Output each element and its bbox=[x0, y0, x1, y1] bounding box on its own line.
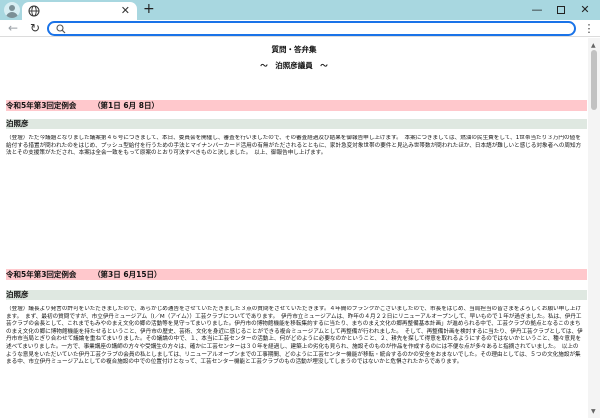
url-input[interactable] bbox=[69, 23, 569, 34]
scroll-down-icon[interactable]: ▼ bbox=[591, 408, 596, 415]
session-name: 令和5年第3回定例会 bbox=[6, 101, 77, 110]
maximize-button[interactable] bbox=[549, 0, 573, 20]
maximize-icon bbox=[557, 6, 565, 14]
session-date: （第3日 6月15日） bbox=[93, 270, 162, 279]
new-tab-button[interactable]: + bbox=[143, 1, 155, 17]
session-name: 令和5年第3回定例会 bbox=[6, 270, 77, 279]
scroll-thumb[interactable] bbox=[591, 50, 597, 110]
reload-button[interactable]: ↻ bbox=[28, 20, 42, 37]
session-date: （第1日 6月 8日） bbox=[93, 101, 159, 110]
speaker-name: 泊照彦 bbox=[6, 119, 587, 129]
speech-text: （登壇）ただ今議題となりました議案第４６号につきまして、本日、委員会を開催し、審… bbox=[6, 135, 582, 157]
profile-icon[interactable] bbox=[4, 2, 20, 18]
session-header: 令和5年第3回定例会 （第1日 6月 8日） bbox=[6, 100, 587, 111]
speech-text: （登壇）議長より発言の許可をいただきましたので、あらかじめ通告をさせていただきま… bbox=[6, 306, 583, 366]
browser-menu-button[interactable]: ⋮ bbox=[582, 20, 596, 37]
address-bar[interactable] bbox=[47, 21, 576, 36]
minimize-button[interactable]: — bbox=[525, 0, 549, 20]
page-title: 質問・答弁集 bbox=[271, 45, 317, 54]
browser-toolbar: ← ↻ ⋮ bbox=[0, 20, 600, 37]
close-tab-icon[interactable]: ✕ bbox=[121, 3, 130, 19]
browser-tab[interactable]: ✕ bbox=[22, 2, 137, 20]
page-subtitle: ～ 泊照彦議員 ～ bbox=[260, 61, 328, 70]
session-header: 令和5年第3回定例会 （第3日 6月15日） bbox=[6, 269, 587, 280]
document: 質問・答弁集 ～ 泊照彦議員 ～ 令和5年第3回定例会 （第1日 6月 8日） … bbox=[0, 38, 588, 418]
tab-strip: ✕ + — ✕ bbox=[0, 0, 600, 20]
speaker-name: 泊照彦 bbox=[6, 290, 587, 300]
close-window-button[interactable]: ✕ bbox=[573, 0, 597, 20]
scroll-up-icon[interactable]: ▲ bbox=[591, 42, 596, 49]
vertical-scrollbar[interactable]: ▲ ▼ bbox=[588, 38, 600, 418]
search-icon bbox=[56, 24, 66, 34]
page-viewport: 質問・答弁集 ～ 泊照彦議員 ～ 令和5年第3回定例会 （第1日 6月 8日） … bbox=[0, 38, 600, 418]
back-button[interactable]: ← bbox=[6, 20, 20, 37]
globe-icon bbox=[28, 5, 40, 17]
